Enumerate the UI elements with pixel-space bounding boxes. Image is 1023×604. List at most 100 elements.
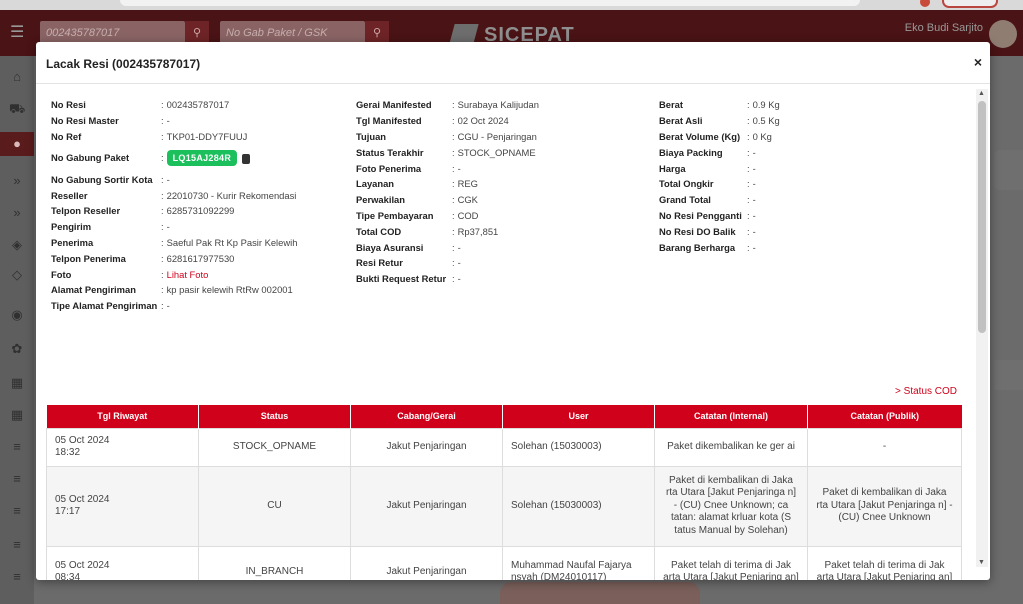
browser-action-button: [942, 0, 998, 8]
detail-label: Gerai Manifested: [356, 99, 432, 111]
list-icon[interactable]: ≡: [9, 440, 25, 454]
detail-row: Biaya Packing: -: [659, 144, 780, 160]
detail-value: -: [166, 221, 170, 233]
detail-value: COD: [457, 209, 479, 221]
detail-label: Tipe Alamat Pengiriman: [51, 300, 158, 312]
user-name: Eko Budi Sarjito: [904, 22, 983, 34]
detail-row: Perwakilan: CGK: [356, 192, 539, 208]
detail-label: Layanan: [356, 178, 395, 190]
browser-address-bar: [120, 0, 860, 6]
chevrons-icon[interactable]: »: [9, 206, 25, 220]
list-icon[interactable]: ≡: [9, 472, 25, 486]
truck-icon[interactable]: ⛟: [9, 102, 25, 116]
scroll-up-icon[interactable]: ▲: [978, 90, 985, 97]
history-table: Tgl Riwayat Status Cabang/Gerai User Cat…: [46, 405, 962, 580]
detail-colon: :: [161, 115, 164, 127]
detail-value: -: [166, 173, 170, 185]
grid-icon[interactable]: ▦: [9, 408, 25, 422]
table-row: 05 Oct 2024 18:32 STOCK_OPNAME Jakut Penj…: [46, 427, 962, 467]
date-cell: 05 Oct 2024 18:32: [46, 427, 199, 467]
detail-column-2: Gerai Manifested: Surabaya Kalijudan Tgl …: [356, 97, 539, 287]
detail-label: Barang Berharga: [659, 241, 736, 253]
package-icon[interactable]: ◇: [9, 268, 25, 282]
internal-note-cell: Paket di kembalikan di Jaka rta Utara [J…: [654, 465, 808, 547]
detail-colon: :: [161, 221, 164, 233]
detail-label: No Resi Master: [51, 115, 119, 127]
detail-row: Tipe Pembayaran: COD: [356, 208, 539, 224]
detail-label: Resi Retur: [356, 257, 403, 269]
detail-label: Tipe Pembayaran: [356, 209, 434, 221]
detail-colon: :: [747, 225, 750, 237]
list-icon[interactable]: ≡: [9, 538, 25, 552]
detail-colon: :: [452, 178, 455, 190]
detail-row: Foto: Lihat Foto: [51, 266, 297, 282]
copy-icon[interactable]: [242, 153, 251, 164]
detail-colon: :: [747, 241, 750, 253]
detail-colon: :: [452, 209, 455, 221]
date-cell: 05 Oct 2024 08:34: [46, 545, 199, 580]
detail-value: -: [457, 241, 461, 253]
lihat-foto-link[interactable]: Lihat Foto: [167, 269, 209, 280]
detail-value: 002435787017: [166, 99, 230, 111]
detail-value: -: [752, 146, 756, 158]
settings-icon[interactable]: ◉: [9, 308, 25, 322]
detail-colon: :: [161, 130, 164, 142]
avatar[interactable]: [989, 20, 1017, 48]
detail-value: REG: [457, 178, 478, 190]
detail-value: STOCK_OPNAME: [457, 146, 536, 158]
status-cod-link[interactable]: > Status COD: [895, 386, 957, 397]
detail-row: Biaya Asuransi: -: [356, 239, 539, 255]
detail-label: Berat: [659, 99, 683, 111]
detail-colon: :: [452, 130, 455, 142]
detail-colon: :: [747, 130, 750, 142]
detail-value: 02 Oct 2024: [457, 115, 509, 127]
detail-row: Pengirim: -: [51, 219, 297, 235]
column-header: Tgl Riwayat: [46, 405, 199, 428]
detail-value: -: [752, 241, 756, 253]
detail-row: Foto Penerima: -: [356, 160, 539, 176]
detail-colon: :: [161, 268, 164, 280]
detail-label: Tgl Manifested: [356, 115, 422, 127]
scroll-down-icon[interactable]: ▼: [978, 559, 985, 566]
detail-label: Tujuan: [356, 130, 387, 142]
detail-value: 0 Kg: [752, 130, 772, 142]
detail-value: 6281617977530: [166, 252, 235, 264]
list-icon[interactable]: ≡: [9, 570, 25, 584]
detail-value: -: [457, 162, 461, 174]
grid-icon[interactable]: ▦: [9, 376, 25, 390]
column-header: User: [502, 405, 655, 428]
detail-value: CGK: [457, 194, 478, 206]
home-icon[interactable]: ⌂: [9, 70, 25, 84]
location-pin-icon[interactable]: ●: [0, 132, 34, 156]
detail-colon: :: [747, 115, 750, 127]
detail-row: Bukti Request Retur: -: [356, 271, 539, 287]
close-icon[interactable]: ×: [974, 55, 982, 69]
detail-colon: :: [747, 162, 750, 174]
background-panel: [994, 150, 1023, 190]
hamburger-menu-icon[interactable]: ☰: [10, 25, 24, 41]
modal-title: Lacak Resi (002435787017): [46, 57, 201, 71]
detail-label: Reseller: [51, 189, 88, 201]
list-icon[interactable]: ≡: [9, 504, 25, 518]
gear-icon[interactable]: ✿: [9, 342, 25, 356]
detail-label: Foto: [51, 268, 72, 280]
public-note-cell: Paket telah di terima di Jak arta Utara …: [807, 545, 962, 580]
detail-value: 0.9 Kg: [752, 99, 780, 111]
scrollbar-thumb[interactable]: [978, 101, 986, 333]
public-note-cell: -: [807, 427, 962, 467]
detail-row: Total COD: Rp37,851: [356, 223, 539, 239]
detail-row: Harga: -: [659, 160, 780, 176]
box-icon[interactable]: ◈: [9, 238, 25, 252]
chevrons-icon[interactable]: »: [9, 174, 25, 188]
detail-value: -: [457, 257, 461, 269]
date-cell: 05 Oct 2024 17:17: [46, 465, 199, 547]
detail-colon: :: [452, 146, 455, 158]
gabung-paket-badge[interactable]: LQ15AJ284R: [166, 149, 238, 166]
modal-scrollbar[interactable]: ▲ ▼: [976, 89, 988, 567]
detail-colon: :: [452, 225, 455, 237]
detail-row: Penerima: Saeful Pak Rt Kp Pasir Kelewih: [51, 235, 297, 251]
detail-colon: :: [161, 99, 164, 111]
detail-colon: :: [161, 205, 164, 217]
table-row: 05 Oct 2024 17:17 CU Jakut Penjaringan So…: [46, 465, 962, 547]
detail-colon: :: [452, 241, 455, 253]
